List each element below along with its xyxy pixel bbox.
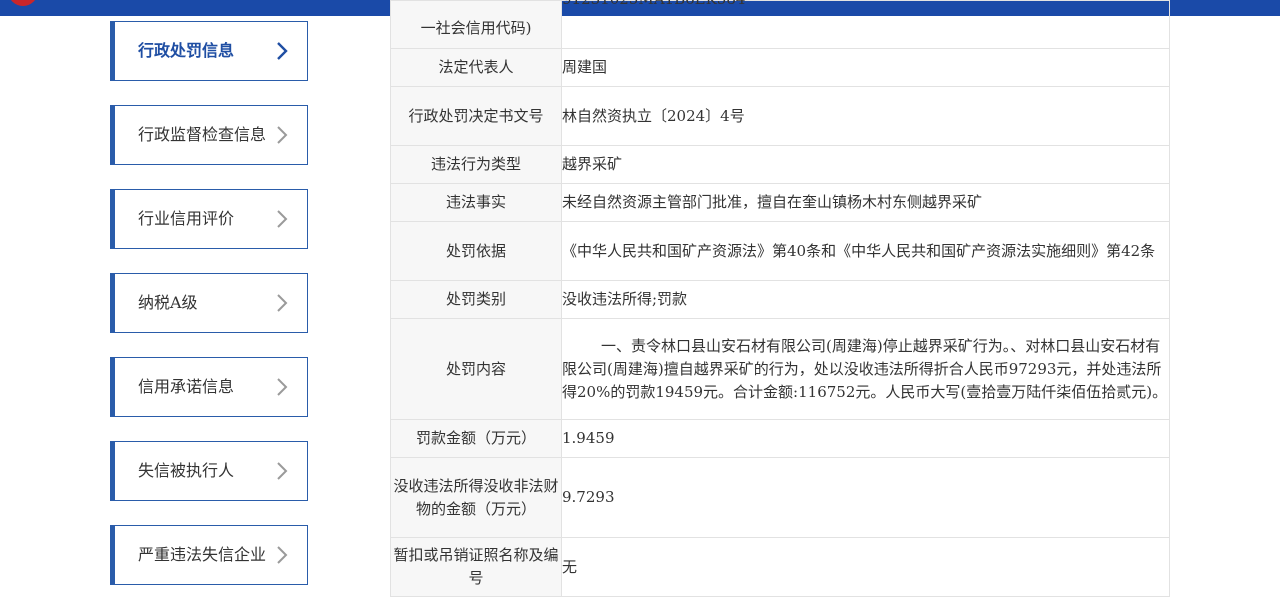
- field-value: 91231025MA1B6EK584: [561, 0, 1170, 49]
- field-value: 越界采矿: [561, 145, 1170, 184]
- field-label: 一社会信用代码): [390, 0, 562, 49]
- table-row: 处罚内容 一、责令林口县山安石材有限公司(周建海)停止越界采矿行为。、对林口县山…: [390, 318, 1170, 420]
- sidebar-item-administrative-penalty[interactable]: 行政处罚信息: [110, 21, 308, 81]
- table-row: 一社会信用代码) 91231025MA1B6EK584: [390, 0, 1170, 49]
- sidebar-item-label: 信用承诺信息: [138, 377, 235, 396]
- sidebar-item-serious-violation[interactable]: 严重违法失信企业: [110, 525, 308, 585]
- sidebar-item-label: 行政处罚信息: [138, 41, 235, 60]
- chevron-right-icon: [277, 462, 288, 480]
- emblem-icon: [8, 0, 38, 6]
- field-label: 违法行为类型: [390, 145, 562, 184]
- field-value-text: 91231025MA1B6EK584: [562, 0, 1169, 11]
- table-row: 没收违法所得没收非法财物的金额（万元） 9.7293: [390, 457, 1170, 538]
- field-label: 处罚类别: [390, 280, 562, 319]
- field-value: 9.7293: [561, 457, 1170, 538]
- sidebar-item-label: 纳税A级: [138, 293, 198, 312]
- penalty-detail-panel: 一社会信用代码) 91231025MA1B6EK584 法定代表人 周建国 行政…: [390, 0, 1170, 600]
- field-label: 处罚内容: [390, 318, 562, 420]
- chevron-right-icon: [277, 546, 288, 564]
- field-label: 处罚依据: [390, 221, 562, 281]
- sidebar-item-label: 严重违法失信企业: [138, 545, 267, 564]
- field-value: 1.9459: [561, 419, 1170, 458]
- sidebar-item-credit-commitment[interactable]: 信用承诺信息: [110, 357, 308, 417]
- table-row: 行政处罚决定书文号 林自然资执立〔2024〕4号: [390, 86, 1170, 146]
- chevron-right-icon: [277, 378, 288, 396]
- table-row: 处罚类别 没收违法所得;罚款: [390, 280, 1170, 319]
- field-label: 违法事实: [390, 183, 562, 222]
- field-value: 林自然资执立〔2024〕4号: [561, 86, 1170, 146]
- sidebar-item-label: 失信被执行人: [138, 461, 235, 480]
- field-value: 未经自然资源主管部门批准，擅自在奎山镇杨木村东侧越界采矿: [561, 183, 1170, 222]
- field-value: 无: [561, 537, 1170, 597]
- sidebar-item-dishonest-judgment-debtor[interactable]: 失信被执行人: [110, 441, 308, 501]
- chevron-right-icon: [277, 42, 288, 60]
- field-value: 周建国: [561, 48, 1170, 87]
- sidebar-item-label: 行业信用评价: [138, 209, 235, 228]
- chevron-right-icon: [277, 210, 288, 228]
- field-label-text: 一社会信用代码): [420, 19, 532, 37]
- sidebar-item-label: 行政监督检查信息: [138, 125, 267, 144]
- field-label: 没收违法所得没收非法财物的金额（万元）: [390, 457, 562, 538]
- field-label: 法定代表人: [390, 48, 562, 87]
- chevron-right-icon: [277, 294, 288, 312]
- field-label: 罚款金额（万元）: [390, 419, 562, 458]
- table-row: 违法行为类型 越界采矿: [390, 145, 1170, 184]
- table-row: 处罚依据 《中华人民共和国矿产资源法》第40条和《中华人民共和国矿产资源法实施细…: [390, 221, 1170, 281]
- table-row: 罚款金额（万元） 1.9459: [390, 419, 1170, 458]
- field-value: 没收违法所得;罚款: [561, 280, 1170, 319]
- sidebar-item-industry-credit-rating[interactable]: 行业信用评价: [110, 189, 308, 249]
- chevron-right-icon: [277, 126, 288, 144]
- sidebar-item-tax-a-grade[interactable]: 纳税A级: [110, 273, 308, 333]
- table-row: 法定代表人 周建国: [390, 48, 1170, 87]
- field-label: 行政处罚决定书文号: [390, 86, 562, 146]
- field-value: 《中华人民共和国矿产资源法》第40条和《中华人民共和国矿产资源法实施细则》第42…: [561, 221, 1170, 281]
- field-label: 暂扣或吊销证照名称及编号: [390, 537, 562, 597]
- table-row: 违法事实 未经自然资源主管部门批准，擅自在奎山镇杨木村东侧越界采矿: [390, 183, 1170, 222]
- penalty-content-text: 一、责令林口县山安石材有限公司(周建海)停止越界采矿行为。、对林口县山安石材有限…: [562, 336, 1168, 401]
- table-row: 暂扣或吊销证照名称及编号 无: [390, 537, 1170, 597]
- sidebar-item-supervision-inspection[interactable]: 行政监督检查信息: [110, 105, 308, 165]
- penalty-detail-table: 一社会信用代码) 91231025MA1B6EK584 法定代表人 周建国 行政…: [390, 0, 1170, 597]
- field-value: 一、责令林口县山安石材有限公司(周建海)停止越界采矿行为。、对林口县山安石材有限…: [561, 318, 1170, 420]
